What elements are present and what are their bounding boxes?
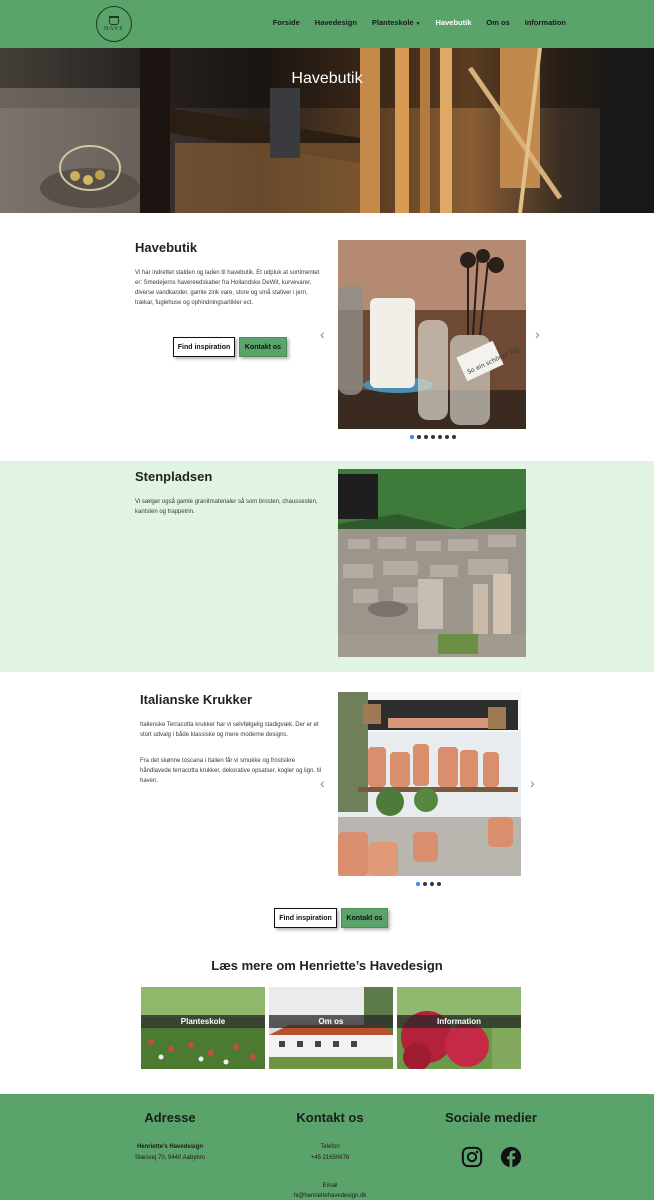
planteskole-image: [141, 987, 265, 1069]
hero-title: Havebutik: [291, 70, 363, 87]
carousel-dot[interactable]: [430, 882, 434, 886]
information-image: [397, 987, 521, 1069]
carousel-next-icon[interactable]: ›: [535, 326, 540, 342]
section-title-stenpladsen: Stenpladsen: [135, 469, 213, 484]
carousel-dot[interactable]: [445, 435, 449, 439]
find-inspiration-button[interactable]: Find inspiration: [173, 337, 235, 357]
carousel-prev-icon[interactable]: ‹: [320, 326, 325, 342]
nav-havedesign[interactable]: Havedesign: [315, 18, 357, 27]
card-om-os[interactable]: Om os: [269, 987, 393, 1069]
nav-planteskole[interactable]: Planteskole ▼: [372, 18, 421, 27]
site-footer: Adresse Henriette's Havedesign Slæsvej 7…: [0, 1094, 654, 1200]
section-title-krukker: Italianske Krukker: [140, 692, 253, 707]
carousel-dot[interactable]: [431, 435, 435, 439]
carousel-dots: [410, 435, 456, 439]
footer-phone[interactable]: +45 21650676: [250, 1153, 410, 1164]
hero-banner: Havebutik: [0, 48, 654, 213]
nav-om-os[interactable]: Om os: [486, 18, 509, 27]
find-inspiration-button[interactable]: Find inspiration: [274, 908, 337, 928]
footer-email[interactable]: hi@henriettehavedesign.dk: [250, 1191, 410, 1200]
chevron-down-icon: ▼: [415, 21, 421, 27]
plant-pot-icon: [109, 16, 119, 25]
footer-street: Slæsvej 70, 9440 Aabybro: [134, 1155, 206, 1161]
section-text-havebutik: Vi har indrettet stalden og laden til ha…: [135, 270, 320, 306]
carousel-dot[interactable]: [438, 435, 442, 439]
section-title-havebutik: Havebutik: [135, 240, 198, 255]
carousel-dot[interactable]: [424, 435, 428, 439]
card-information[interactable]: Information: [397, 987, 521, 1069]
card-planteskole[interactable]: Planteskole: [141, 987, 265, 1069]
contact-button[interactable]: Kontakt os: [341, 908, 388, 928]
krukker-slide-image: [338, 692, 521, 876]
nav-information[interactable]: Information: [525, 18, 566, 27]
footer-company: Henriette's Havedesign: [136, 1144, 204, 1150]
carousel-dot[interactable]: [452, 435, 456, 439]
nav-forside[interactable]: Forside: [273, 18, 300, 27]
carousel-dot[interactable]: [410, 435, 414, 439]
footer-contact-title: Kontakt os: [296, 1110, 364, 1125]
card-label: Information: [397, 1015, 521, 1028]
card-label: Om os: [269, 1015, 393, 1028]
footer-social-title: Sociale medier: [445, 1110, 537, 1125]
nav-havebutik[interactable]: Havebutik: [436, 18, 472, 27]
nav-planteskole-label: Planteskole: [371, 18, 414, 27]
carousel-dots: [416, 882, 441, 886]
instagram-icon[interactable]: [461, 1146, 483, 1168]
carousel-dot[interactable]: [417, 435, 421, 439]
logo-text: HAVE: [104, 26, 124, 32]
logo[interactable]: HAVE: [96, 6, 132, 42]
stenpladsen-section: [0, 461, 654, 672]
contact-button[interactable]: Kontakt os: [239, 337, 287, 357]
main-nav: Forside Havedesign Planteskole ▼ Havebuti…: [273, 18, 566, 27]
carousel-next-icon[interactable]: ›: [530, 775, 535, 791]
om-os-image: [269, 987, 393, 1069]
havebutik-slide-image: So ein schöner Tag: [338, 240, 526, 429]
readmore-title: Læs mere om Henriette’s Havedesign: [211, 958, 443, 973]
card-label: Planteskole: [141, 1015, 265, 1028]
carousel-dot[interactable]: [437, 882, 441, 886]
facebook-icon[interactable]: [500, 1146, 522, 1168]
carousel-prev-icon[interactable]: ‹: [320, 775, 325, 791]
section-text-krukker-2: Fra det skønne toscana i Italien får vi …: [140, 758, 322, 784]
section-text-krukker-1: Italienske Terracotta krukker har vi sel…: [140, 722, 319, 738]
stenpladsen-image: [338, 469, 526, 657]
site-header: HAVE Forside Havedesign Planteskole ▼ Hav…: [0, 0, 654, 48]
footer-phone-label: Telefon: [320, 1144, 340, 1150]
footer-address-title: Adresse: [144, 1110, 196, 1125]
section-text-stenpladsen: Vi sælger også gamle granitmaterialer så…: [135, 499, 318, 515]
carousel-dot[interactable]: [423, 882, 427, 886]
carousel-dot[interactable]: [416, 882, 420, 886]
